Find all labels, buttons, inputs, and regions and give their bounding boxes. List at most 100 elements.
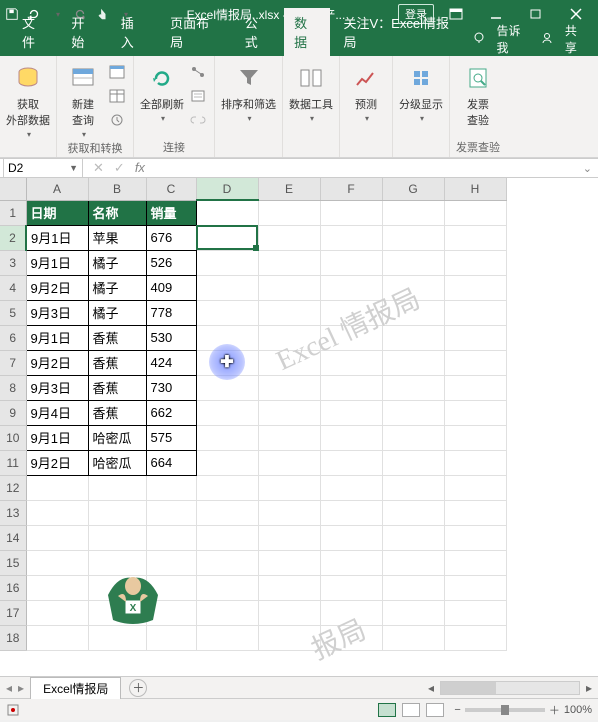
tab-data[interactable]: 数据 bbox=[284, 8, 329, 56]
tab-file[interactable]: 文件 bbox=[12, 8, 57, 56]
cell[interactable] bbox=[196, 450, 258, 475]
cell[interactable] bbox=[320, 250, 382, 275]
cell[interactable] bbox=[382, 325, 444, 350]
cell[interactable] bbox=[444, 425, 506, 450]
row-header[interactable]: 4 bbox=[0, 275, 26, 300]
cell[interactable] bbox=[320, 525, 382, 550]
cell[interactable] bbox=[88, 475, 146, 500]
cell[interactable] bbox=[258, 500, 320, 525]
cell[interactable] bbox=[382, 600, 444, 625]
cell[interactable] bbox=[258, 575, 320, 600]
page-layout-view-button[interactable] bbox=[402, 703, 420, 717]
cell[interactable] bbox=[196, 525, 258, 550]
cell[interactable]: 橘子 bbox=[88, 300, 146, 325]
tellme-bulb-icon[interactable] bbox=[473, 32, 487, 46]
refresh-all-button[interactable]: 全部刷新 ▾ bbox=[140, 60, 184, 123]
cell[interactable] bbox=[382, 375, 444, 400]
cell[interactable]: 424 bbox=[146, 350, 196, 375]
zoom-in-button[interactable]: ＋ bbox=[549, 702, 560, 718]
sheet-nav-last-icon[interactable]: ▸ bbox=[18, 681, 24, 695]
tab-insert[interactable]: 插入 bbox=[111, 8, 156, 56]
connections-icon[interactable] bbox=[188, 62, 208, 82]
cell[interactable] bbox=[88, 625, 146, 650]
cell[interactable] bbox=[444, 400, 506, 425]
cell[interactable] bbox=[146, 475, 196, 500]
cell[interactable] bbox=[196, 200, 258, 225]
cell[interactable]: 9月1日 bbox=[26, 425, 88, 450]
cell[interactable] bbox=[444, 200, 506, 225]
share-label[interactable]: 共享 bbox=[565, 22, 588, 56]
cell[interactable] bbox=[444, 600, 506, 625]
cell[interactable] bbox=[196, 425, 258, 450]
record-macro-icon[interactable] bbox=[6, 703, 20, 717]
cell[interactable]: 9月2日 bbox=[26, 450, 88, 475]
cell[interactable] bbox=[320, 575, 382, 600]
cell[interactable] bbox=[196, 475, 258, 500]
row-header[interactable]: 14 bbox=[0, 525, 26, 550]
cell[interactable] bbox=[444, 450, 506, 475]
recent-sources-icon[interactable] bbox=[107, 110, 127, 130]
new-query-button[interactable]: 新建 查询 ▾ bbox=[63, 60, 103, 139]
column-header[interactable]: D bbox=[196, 178, 258, 200]
cell[interactable] bbox=[444, 625, 506, 650]
edit-links-icon[interactable] bbox=[188, 110, 208, 130]
cell[interactable] bbox=[146, 625, 196, 650]
cell[interactable] bbox=[444, 525, 506, 550]
row-header[interactable]: 1 bbox=[0, 200, 26, 225]
normal-view-button[interactable] bbox=[378, 703, 396, 717]
tab-formulas[interactable]: 公式 bbox=[235, 8, 280, 56]
cell[interactable]: 409 bbox=[146, 275, 196, 300]
new-sheet-button[interactable]: ＋ bbox=[129, 679, 147, 697]
name-box[interactable]: D2 ▼ bbox=[3, 158, 83, 178]
cell[interactable]: 530 bbox=[146, 325, 196, 350]
row-header[interactable]: 7 bbox=[0, 350, 26, 375]
cell[interactable] bbox=[320, 325, 382, 350]
cell[interactable]: 662 bbox=[146, 400, 196, 425]
row-header[interactable]: 11 bbox=[0, 450, 26, 475]
cell[interactable] bbox=[382, 475, 444, 500]
cell[interactable] bbox=[196, 300, 258, 325]
row-header[interactable]: 16 bbox=[0, 575, 26, 600]
cell[interactable] bbox=[258, 250, 320, 275]
cell[interactable] bbox=[320, 375, 382, 400]
cell[interactable] bbox=[382, 425, 444, 450]
cell[interactable] bbox=[258, 625, 320, 650]
column-header[interactable]: C bbox=[146, 178, 196, 200]
cell[interactable] bbox=[320, 350, 382, 375]
cell[interactable]: 名称 bbox=[88, 200, 146, 225]
cell[interactable] bbox=[320, 600, 382, 625]
column-header[interactable]: E bbox=[258, 178, 320, 200]
sort-filter-button[interactable]: 排序和筛选 ▾ bbox=[221, 60, 276, 123]
cell[interactable] bbox=[196, 400, 258, 425]
tab-home[interactable]: 开始 bbox=[61, 8, 106, 56]
cell[interactable] bbox=[320, 450, 382, 475]
expand-formula-bar-icon[interactable]: ⌄ bbox=[577, 162, 598, 175]
cell[interactable] bbox=[196, 550, 258, 575]
data-tools-button[interactable]: 数据工具 ▾ bbox=[289, 60, 333, 123]
column-header[interactable]: G bbox=[382, 178, 444, 200]
cell[interactable] bbox=[382, 550, 444, 575]
row-header[interactable]: 18 bbox=[0, 625, 26, 650]
cell[interactable] bbox=[320, 200, 382, 225]
properties-icon[interactable] bbox=[188, 86, 208, 106]
cell[interactable] bbox=[26, 575, 88, 600]
share-person-icon[interactable] bbox=[541, 32, 555, 46]
cell[interactable] bbox=[146, 525, 196, 550]
cell[interactable] bbox=[382, 300, 444, 325]
cell[interactable] bbox=[320, 425, 382, 450]
cell[interactable]: 销量 bbox=[146, 200, 196, 225]
cell[interactable] bbox=[258, 450, 320, 475]
cell[interactable] bbox=[26, 625, 88, 650]
row-header[interactable]: 17 bbox=[0, 600, 26, 625]
forecast-button[interactable]: 预测 ▾ bbox=[346, 60, 386, 123]
cell[interactable]: 苹果 bbox=[88, 225, 146, 250]
cell[interactable] bbox=[444, 325, 506, 350]
cell[interactable] bbox=[258, 425, 320, 450]
row-header[interactable]: 8 bbox=[0, 375, 26, 400]
cell[interactable] bbox=[196, 250, 258, 275]
cell[interactable]: 橘子 bbox=[88, 275, 146, 300]
cell[interactable] bbox=[26, 500, 88, 525]
cell[interactable] bbox=[382, 200, 444, 225]
row-header[interactable]: 15 bbox=[0, 550, 26, 575]
cell[interactable] bbox=[26, 600, 88, 625]
